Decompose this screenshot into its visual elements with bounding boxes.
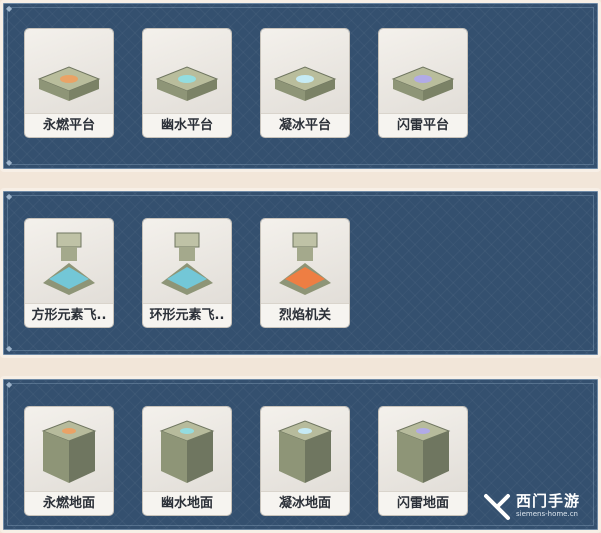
item-label: 凝冰地面 (261, 491, 349, 515)
corner-ornament-icon: ◆ (6, 4, 13, 13)
item-label: 方形元素飞.. (25, 303, 113, 327)
platform-water-icon (155, 66, 219, 101)
item-card-ring-element-tower[interactable]: 环形元素飞.. (143, 219, 231, 327)
item-label: 幽水平台 (143, 113, 231, 137)
item-label: 幽水地面 (143, 491, 231, 515)
watermark-subtitle: siemens-home.cn (516, 510, 578, 518)
item-card-ground-ice[interactable]: 凝冰地面 (261, 407, 349, 515)
item-label: 闪雷地面 (379, 491, 467, 515)
corner-ornament-icon: ◆ (6, 158, 13, 167)
item-card-ground-thunder[interactable]: 闪雷地面 (379, 407, 467, 515)
item-label: 凝冰平台 (261, 113, 349, 137)
ground-ice-icon (277, 420, 333, 483)
ground-water-icon (159, 420, 215, 483)
item-card-ground-fire[interactable]: 永燃地面 (25, 407, 113, 515)
corner-ornament-icon: ◆ (6, 344, 13, 353)
item-card-platform-water[interactable]: 幽水平台 (143, 29, 231, 137)
watermark-title: 西门手游 (516, 492, 581, 510)
corner-ornament-icon: ◆ (6, 192, 13, 201)
watermark-logo-icon (484, 494, 510, 520)
platforms-panel: ◆ ◆ 永燃平台 幽水平台 凝冰平台 闪雷平台 (0, 0, 601, 172)
item-label: 闪雷平台 (379, 113, 467, 137)
flame-mechanism-icon (279, 232, 331, 295)
platform-ice-icon (273, 66, 337, 101)
item-card-platform-fire[interactable]: 永燃平台 (25, 29, 113, 137)
corner-ornament-icon: ◆ (6, 380, 13, 389)
item-card-platform-ice[interactable]: 凝冰平台 (261, 29, 349, 137)
ring-element-tower-icon (161, 232, 213, 295)
item-card-flame-mechanism[interactable]: 烈焰机关 (261, 219, 349, 327)
grounds-panel: ◆ 永燃地面 幽水地面 凝冰地面 闪雷地面 西门手游 siemens-home.… (0, 376, 601, 533)
item-card-platform-thunder[interactable]: 闪雷平台 (379, 29, 467, 137)
item-card-ground-water[interactable]: 幽水地面 (143, 407, 231, 515)
platform-thunder-icon (391, 66, 455, 101)
platform-fire-icon (37, 66, 101, 101)
item-card-square-element-tower[interactable]: 方形元素飞.. (25, 219, 113, 327)
ground-thunder-icon (395, 420, 451, 483)
ground-fire-icon (41, 420, 97, 483)
item-label: 环形元素飞.. (143, 303, 231, 327)
item-label: 烈焰机关 (261, 303, 349, 327)
watermark: 西门手游 siemens-home.cn (482, 486, 592, 526)
item-label: 永燃平台 (25, 113, 113, 137)
square-element-tower-icon (43, 232, 95, 295)
mechanisms-panel: ◆ ◆ 方形元素飞.. 环形元素飞.. 烈焰机关 (0, 188, 601, 358)
item-label: 永燃地面 (25, 491, 113, 515)
